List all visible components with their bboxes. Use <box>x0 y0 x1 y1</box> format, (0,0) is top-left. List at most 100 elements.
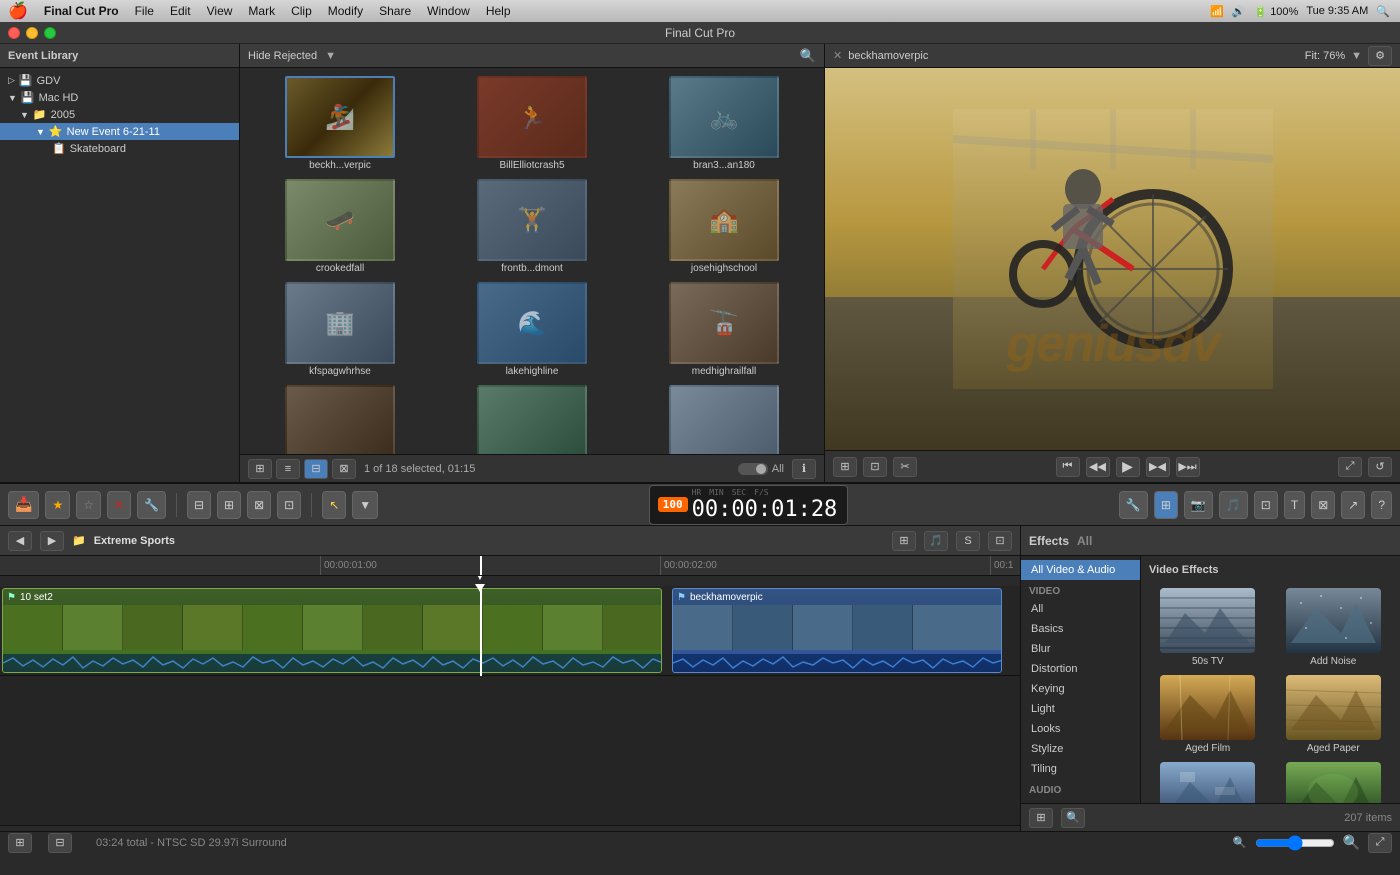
viewer-play-btn[interactable]: ▶ <box>1116 457 1140 477</box>
clip-josehighschool[interactable]: 🏫 josehighschool <box>632 179 816 274</box>
rate-fav-btn[interactable]: ★ <box>45 491 70 519</box>
tree-item-skateboard[interactable]: 📋 Skateboard <box>0 140 239 157</box>
effects-cat-allvideo[interactable]: All Video & Audio <box>1021 560 1140 580</box>
browser-btn1[interactable]: ⊞ <box>248 459 272 479</box>
menu-share[interactable]: Share <box>379 4 411 18</box>
effects-cat-blur[interactable]: Blur <box>1021 639 1140 659</box>
browser-btn3[interactable]: ⊟ <box>304 459 328 479</box>
connect-btn[interactable]: ⊞ <box>217 491 241 519</box>
tl-snap-btn[interactable]: ⊞ <box>892 531 916 551</box>
import-btn[interactable]: 📥 <box>8 491 39 519</box>
clip-lakehighline[interactable]: 🌊 lakehighline <box>440 282 624 377</box>
window-controls[interactable] <box>8 27 56 39</box>
clip-frontbdmont[interactable]: 🏋 frontb...dmont <box>440 179 624 274</box>
clip-extra1[interactable] <box>248 385 432 454</box>
menu-window[interactable]: Window <box>427 4 470 18</box>
clip-medhighrailfall[interactable]: 🚡 medhighrailfall <box>632 282 816 377</box>
clip-billelliotcrash5[interactable]: 🏃 BillElliotcrash5 <box>440 76 624 171</box>
apple-menu[interactable]: 🍎 <box>8 1 28 21</box>
clip-extra2[interactable] <box>440 385 624 454</box>
viewer-step-back-btn[interactable]: ◀◀ <box>1086 457 1110 477</box>
viewer-fullscreen-btn[interactable]: ⤢ <box>1338 457 1362 477</box>
event-library-content[interactable]: ▷ 💾 GDV ▼ 💾 Mac HD ▼ 📁 2005 <box>0 68 239 482</box>
menu-finalcutpro[interactable]: Final Cut Pro <box>44 4 119 18</box>
tl-audio-btn[interactable]: 🎵 <box>924 531 948 551</box>
effects-cat-distortion[interactable]: Distortion <box>1021 659 1140 679</box>
effects-grid[interactable]: Video Effects <box>1141 556 1400 803</box>
trim-btn[interactable]: ⊟ <box>187 491 211 519</box>
tl-back-btn[interactable]: ◀ <box>8 531 32 551</box>
viewer-refresh-btn[interactable]: ↺ <box>1368 457 1392 477</box>
filter-dropdown-icon[interactable]: ▼ <box>325 50 336 62</box>
hide-rejected-label[interactable]: Hide Rejected <box>248 50 317 62</box>
effect-50stv[interactable]: 50s TV <box>1149 588 1267 667</box>
menu-file[interactable]: File <box>135 4 154 18</box>
effects-cat-keying[interactable]: Keying <box>1021 679 1140 699</box>
viewer-step-fwd-btn[interactable]: ▶◀ <box>1146 457 1170 477</box>
tool-camera[interactable]: 📷 <box>1184 491 1213 519</box>
tree-item-machd[interactable]: ▼ 💾 Mac HD <box>0 89 239 106</box>
viewer-ffwd-btn[interactable]: ▶⏭ <box>1176 457 1200 477</box>
browser-btn2[interactable]: ≡ <box>276 459 300 479</box>
tool-clip[interactable]: ⊡ <box>1254 491 1278 519</box>
viewer-close-x[interactable]: ✕ <box>833 49 842 62</box>
tl-fwd-btn[interactable]: ▶ <box>40 531 64 551</box>
effects-cat-stylize[interactable]: Stylize <box>1021 739 1140 759</box>
browser-content[interactable]: 🏂 beckh...verpic 🏃 BillElliotcrash5 🚲 <box>240 68 824 454</box>
tool-share[interactable]: ↗ <box>1341 491 1365 519</box>
viewer-footer[interactable]: ⊞ ⊡ ✂ ⏮ ◀◀ ▶ ▶◀ ▶⏭ ⤢ ↺ <box>825 450 1400 482</box>
effects-cat-basics[interactable]: Basics <box>1021 619 1140 639</box>
playhead[interactable] <box>480 586 482 676</box>
browser-info-btn[interactable]: ℹ <box>792 459 816 479</box>
viewer-rewind-btn[interactable]: ⏮ <box>1056 457 1080 477</box>
timeline-tracks[interactable]: ⚑ 10 set2 <box>0 576 1020 831</box>
rate-reject-btn[interactable]: ✕ <box>107 491 131 519</box>
tl-solo-btn[interactable]: S <box>956 531 980 551</box>
viewer-zoom-btn[interactable]: ⊡ <box>863 457 887 477</box>
tool-dropdown-btn[interactable]: ▼ <box>352 491 378 519</box>
menu-help[interactable]: Help <box>486 4 511 18</box>
tool-right2[interactable]: ⊞ <box>1154 491 1178 519</box>
tl-overwrite-btn[interactable]: ⊡ <box>988 531 1012 551</box>
tree-item-gdv[interactable]: ▷ 💾 GDV <box>0 72 239 89</box>
keyword-btn[interactable]: 🔧 <box>137 491 166 519</box>
tree-item-2005[interactable]: ▼ 📁 2005 <box>0 106 239 123</box>
effects-cat-looks[interactable]: Looks <box>1021 719 1140 739</box>
overwrite-btn[interactable]: ⊡ <box>277 491 301 519</box>
menu-clip[interactable]: Clip <box>291 4 312 18</box>
effects-cat-tiling[interactable]: Tiling <box>1021 759 1140 779</box>
status-btn2[interactable]: ⊟ <box>48 833 72 853</box>
viewer-snap-btn[interactable]: ⊞ <box>833 457 857 477</box>
clip-10set2[interactable]: ⚑ 10 set2 <box>2 588 662 673</box>
tool-text[interactable]: T <box>1284 491 1305 519</box>
clip-beckhamoverpic[interactable]: 🏂 beckh...verpic <box>248 76 432 171</box>
maximize-button[interactable] <box>44 27 56 39</box>
browser-all-toggle[interactable]: All <box>738 463 784 475</box>
status-btn1[interactable]: ⊞ <box>8 833 32 853</box>
effect-artifacts[interactable]: Artifacts <box>1149 762 1267 803</box>
fullscreen-btn[interactable]: ⤢ <box>1368 833 1392 853</box>
zoom-slider[interactable] <box>1255 835 1335 851</box>
tool-help[interactable]: ? <box>1371 491 1392 519</box>
menu-modify[interactable]: Modify <box>328 4 363 18</box>
viewer-blade-btn[interactable]: ✂ <box>893 457 917 477</box>
tool-right1[interactable]: 🔧 <box>1119 491 1148 519</box>
tree-item-newevent[interactable]: ▼ ⭐ New Event 6-21-11 <box>0 123 239 140</box>
close-button[interactable] <box>8 27 20 39</box>
clip-kfspagwhrhse[interactable]: 🏢 kfspagwhrhse <box>248 282 432 377</box>
zoom-out-icon[interactable]: 🔍 <box>1233 836 1247 849</box>
insert-btn[interactable]: ⊠ <box>247 491 271 519</box>
menu-edit[interactable]: Edit <box>170 4 191 18</box>
browser-btn4[interactable]: ⊠ <box>332 459 356 479</box>
clip-beckhamoverpic-tl[interactable]: ⚑ beckhamoverpic <box>672 588 1002 673</box>
search-button[interactable]: 🔍 <box>800 48 816 64</box>
viewer-settings-btn[interactable]: ⚙ <box>1368 46 1392 66</box>
search-icon[interactable]: 🔍 <box>1376 5 1390 18</box>
zoom-in-icon[interactable]: 🔍 <box>1343 834 1360 851</box>
effects-cat-all[interactable]: All <box>1021 599 1140 619</box>
effect-agedfilm[interactable]: Aged Film <box>1149 675 1267 754</box>
effect-addnoise[interactable]: Add Noise <box>1275 588 1393 667</box>
menu-mark[interactable]: Mark <box>248 4 275 18</box>
clip-bran3an180[interactable]: 🚲 bran3...an180 <box>632 76 816 171</box>
effects-categories[interactable]: All Video & Audio VIDEO All Basics Blur … <box>1021 556 1141 803</box>
